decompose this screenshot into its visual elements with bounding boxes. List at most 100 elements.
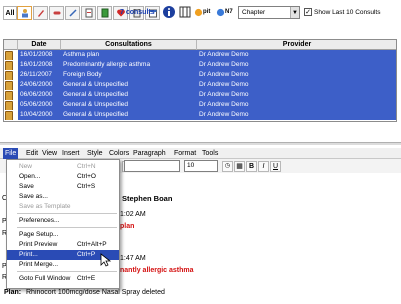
font-select[interactable] <box>124 160 180 172</box>
menu-tools[interactable]: Tools <box>200 148 220 159</box>
underline-button[interactable]: U <box>270 161 281 172</box>
shortcut-label: Ctrl+O <box>77 173 96 180</box>
consult-count: 7 consults <box>120 9 155 16</box>
document-icon <box>85 8 92 18</box>
cell-date: 26/11/2007 <box>18 70 61 80</box>
italic-button[interactable]: I <box>258 161 269 172</box>
menu-item-goto-full-window[interactable]: Goto Full Window Ctrl+E <box>7 274 119 284</box>
tab-book[interactable] <box>97 6 112 20</box>
tab-consult[interactable] <box>17 6 32 20</box>
menu-item-preferences[interactable]: Preferences... <box>7 216 119 226</box>
cell-date: 06/06/2000 <box>18 90 61 100</box>
patient-name: Stephen Boan <box>122 194 173 203</box>
cell-provider: Dr Andrew Demo <box>197 60 396 70</box>
menu-item-print-preview[interactable]: Print Preview Ctrl+Alt+P <box>7 240 119 250</box>
menu-format[interactable]: Format <box>172 148 198 159</box>
cell-date: 16/01/2008 <box>18 50 61 60</box>
shortcut-label: Ctrl+N <box>77 163 96 170</box>
menu-paragraph[interactable]: Paragraph <box>131 148 168 159</box>
table-row[interactable]: 24/06/2000 General & Unspecified Dr Andrew… <box>4 80 396 90</box>
menu-colors[interactable]: Colors <box>107 148 131 159</box>
syringe-icon <box>68 9 77 17</box>
consult-icon <box>5 61 13 70</box>
chapter-dropdown[interactable]: Chapter ▼ <box>238 6 300 19</box>
orange-ball-icon <box>194 8 203 16</box>
mouse-cursor-icon <box>100 253 112 267</box>
table-row[interactable]: 26/11/2007 Foreign Body Dr Andrew Demo <box>4 70 396 80</box>
menu-item-save[interactable]: Save Ctrl+S <box>7 182 119 192</box>
person-icon <box>21 9 28 18</box>
font-size-select[interactable]: 10 <box>184 160 218 172</box>
tab-results[interactable] <box>65 6 80 20</box>
menu-separator <box>17 271 117 272</box>
table-header: Date Consultations Provider <box>4 40 396 50</box>
consult-time-2: 1:47 AM <box>120 255 146 262</box>
plan-label: Plan: <box>4 289 22 296</box>
bold-button[interactable]: B <box>246 161 257 172</box>
menu-separator <box>17 213 117 214</box>
grid-view-icon[interactable] <box>178 5 192 19</box>
cell-provider: Dr Andrew Demo <box>197 100 396 110</box>
menu-item-open[interactable]: Open... Ctrl+O <box>7 172 119 182</box>
menu-item-page-setup[interactable]: Page Setup... <box>7 230 119 240</box>
consultations-table: Date Consultations Provider 16/01/2008 As… <box>3 39 397 122</box>
cell-provider: Dr Andrew Demo <box>197 70 396 80</box>
menu-item-save-as[interactable]: Save as... <box>7 192 119 202</box>
cell-date: 10/04/2000 <box>18 110 61 120</box>
show-last-10-checkbox[interactable]: ✓ Show Last 10 Consults <box>304 8 380 16</box>
shortcut-label: Ctrl+S <box>77 183 96 190</box>
cell-provider: Dr Andrew Demo <box>197 80 396 90</box>
table-row[interactable]: 16/01/2008 Asthma plan Dr Andrew Demo <box>4 50 396 60</box>
consult-icon <box>5 81 13 90</box>
consult-time: 1:02 AM <box>120 211 146 218</box>
column-provider[interactable]: Provider <box>197 40 396 50</box>
menu-item-save-as-template[interactable]: Save as Template <box>7 202 119 212</box>
column-consultations[interactable]: Consultations <box>61 40 197 50</box>
file-menu: New Ctrl+N Open... Ctrl+O Save Ctrl+S Save as.… <box>6 159 120 289</box>
shortcut-label: Ctrl+E <box>77 275 96 282</box>
cell-provider: Dr Andrew Demo <box>197 90 396 100</box>
menu-separator <box>17 227 117 228</box>
cell-consultation: General & Unspecified <box>61 90 197 100</box>
checkbox-checked-icon: ✓ <box>304 8 312 16</box>
menu-insert[interactable]: Insert <box>60 148 82 159</box>
tab-notes[interactable] <box>33 6 48 20</box>
splitter[interactable] <box>0 142 401 145</box>
menu-item-new[interactable]: New Ctrl+N <box>7 162 119 172</box>
table-row[interactable]: 06/06/2000 General & Unspecified Dr Andrew… <box>4 90 396 100</box>
menu-bar: File Edit View Insert Style Colors Paragraph Fo… <box>0 148 401 159</box>
tab-docs[interactable] <box>81 6 96 20</box>
consult-icon <box>5 71 13 80</box>
menu-edit[interactable]: Edit <box>24 148 40 159</box>
tab-all[interactable]: All <box>3 6 17 20</box>
pen-icon <box>37 10 44 17</box>
table-row[interactable]: 16/01/2008 Predominantly allergic asthma D… <box>4 60 396 70</box>
cell-provider: Dr Andrew Demo <box>197 110 396 120</box>
pill-icon <box>53 11 60 15</box>
diagnosis-text-2: nantly allergic asthma <box>120 267 194 274</box>
table-row[interactable]: 10/04/2000 General & Unspecified Dr Andrew… <box>4 110 396 120</box>
n7-button[interactable]: N7 <box>216 5 238 19</box>
consult-icon <box>5 101 13 110</box>
diagnosis-text: plan <box>120 223 135 230</box>
info-icon[interactable] <box>162 5 176 19</box>
consult-icon <box>5 111 13 120</box>
book-icon <box>101 8 108 18</box>
tab-meds[interactable] <box>49 6 64 20</box>
table-icon[interactable]: ▦ <box>234 161 245 172</box>
clock-icon[interactable]: ◷ <box>222 161 233 172</box>
cell-consultation: Asthma plan <box>61 50 197 60</box>
shortcut-label: Ctrl+Alt+P <box>77 241 107 248</box>
menu-style[interactable]: Style <box>85 148 105 159</box>
pit-button[interactable]: pit <box>194 5 218 19</box>
cell-consultation: General & Unspecified <box>61 100 197 110</box>
cell-consultation: Foreign Body <box>61 70 197 80</box>
consult-icon <box>5 51 13 60</box>
column-date[interactable]: Date <box>18 40 61 50</box>
menu-view[interactable]: View <box>40 148 59 159</box>
table-row[interactable]: 05/06/2000 General & Unspecified Dr Andrew… <box>4 100 396 110</box>
plan-text: Rhinocort 100mcg/dose Nasal Spray delete… <box>26 289 165 296</box>
cell-consultation: General & Unspecified <box>61 110 197 120</box>
cell-date: 24/06/2000 <box>18 80 61 90</box>
menu-file[interactable]: File <box>3 148 19 159</box>
